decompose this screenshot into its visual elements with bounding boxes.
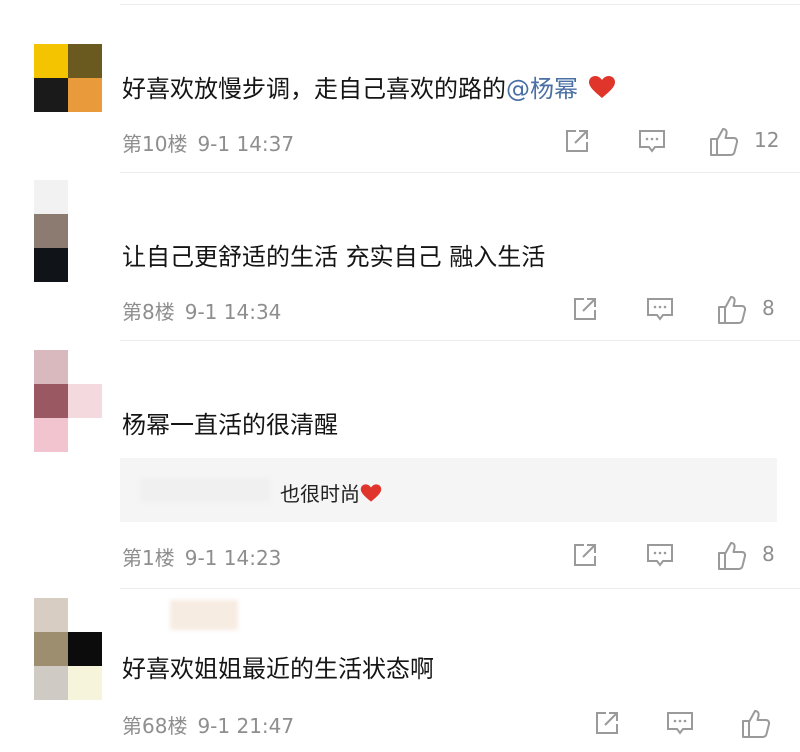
like-count: 8 <box>762 542 775 566</box>
divider <box>120 172 800 173</box>
reply-text: 也很时尚 <box>280 478 382 508</box>
avatar[interactable] <box>34 44 102 112</box>
like-count: 12 <box>754 128 780 152</box>
heart-icon <box>360 483 382 508</box>
comment-text: 让自己更舒适的生活 充实自己 融入生活 <box>122 243 546 271</box>
divider <box>120 340 800 341</box>
like-count: 8 <box>762 296 775 320</box>
comment-text: 杨幂一直活的很清醒 <box>122 411 338 439</box>
comment-actions: 8 <box>0 540 800 570</box>
comment-actions <box>0 708 800 738</box>
comment-icon[interactable] <box>644 540 676 570</box>
comment-body: 好喜欢放慢步调，走自己喜欢的路的 <box>122 75 506 103</box>
comment-text: 好喜欢姐姐最近的生活状态啊 <box>122 655 434 683</box>
share-icon[interactable] <box>592 708 622 738</box>
avatar[interactable] <box>34 598 102 700</box>
share-icon[interactable] <box>562 126 592 156</box>
divider <box>120 588 800 589</box>
reply-body: 也很时尚 <box>280 482 360 506</box>
thumb-up-icon[interactable] <box>708 126 740 158</box>
share-icon[interactable] <box>570 294 600 324</box>
comment-actions: 8 <box>0 294 800 324</box>
thumb-up-icon[interactable] <box>740 708 772 740</box>
avatar[interactable] <box>34 180 102 282</box>
username[interactable] <box>170 600 238 630</box>
mention-link[interactable]: @杨幂 <box>506 75 578 103</box>
share-icon[interactable] <box>570 540 600 570</box>
comment-text: 好喜欢放慢步调，走自己喜欢的路的@杨幂 <box>122 74 616 106</box>
heart-icon <box>588 75 616 106</box>
comment-actions: 12 <box>0 126 800 156</box>
thumb-up-icon[interactable] <box>716 294 748 326</box>
top-divider <box>120 4 800 5</box>
comment-icon[interactable] <box>644 294 676 324</box>
reply-author <box>140 478 270 502</box>
comment-icon[interactable] <box>664 708 696 738</box>
comment-icon[interactable] <box>636 126 668 156</box>
thumb-up-icon[interactable] <box>716 540 748 572</box>
avatar[interactable] <box>34 350 102 452</box>
